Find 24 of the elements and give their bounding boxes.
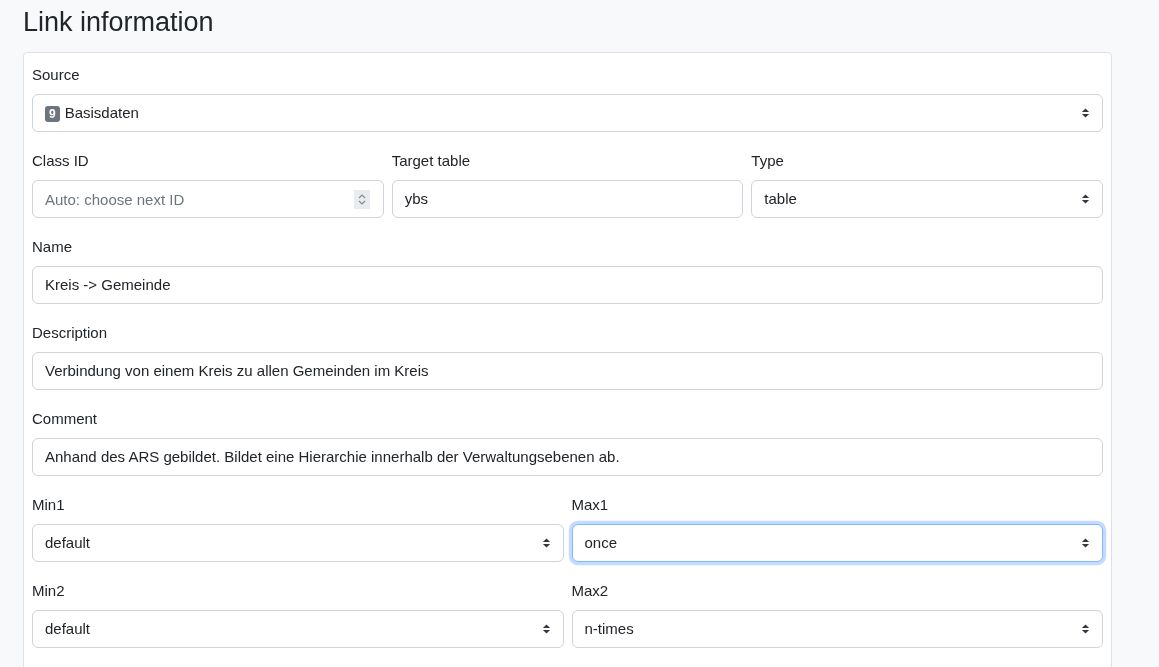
field-label: Name xyxy=(32,237,73,257)
field-label: Description xyxy=(32,323,109,343)
field-label: Max1 xyxy=(571,495,610,515)
text-field[interactable]: Anhand des ARS gebildet. Bildet eine Hierarchie innerhalb der Verwaltungsebenen ab. xyxy=(32,438,1103,476)
text-field[interactable]: Verbindung von einem Kreis zu allen Gemeinden im Kreis xyxy=(32,352,1103,390)
number-field[interactable]: Auto: choose next ID xyxy=(32,180,384,218)
select-field[interactable]: default xyxy=(32,610,564,648)
count-badge: 9 xyxy=(45,106,60,122)
select-field[interactable]: n-times xyxy=(571,610,1103,648)
page-title: Link information xyxy=(23,6,215,39)
select-field[interactable]: 9 Basisdaten xyxy=(32,94,1103,132)
field-label: Target table xyxy=(391,151,472,171)
field-label: Min2 xyxy=(32,581,66,601)
field-label: Comment xyxy=(32,409,99,429)
text-field[interactable]: ybs xyxy=(391,180,744,218)
field-label: Class ID xyxy=(32,151,90,171)
text-field[interactable]: Kreis -> Gemeinde xyxy=(32,266,1103,304)
field-label: Max2 xyxy=(571,581,610,601)
field-label: Source xyxy=(32,65,81,85)
select-field[interactable]: default xyxy=(32,524,564,562)
select-field[interactable]: table xyxy=(751,180,1103,218)
field-label: Type xyxy=(751,151,785,171)
field-label: Min1 xyxy=(32,495,66,515)
select-field[interactable]: once xyxy=(571,524,1103,562)
